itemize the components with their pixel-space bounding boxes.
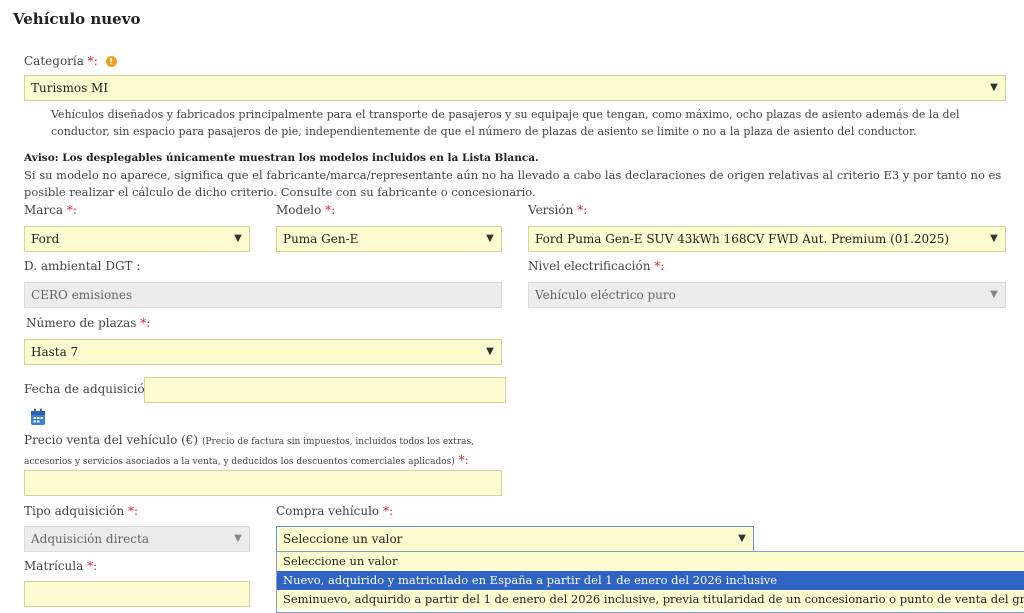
tipo-label: Tipo adquisición *: — [24, 504, 139, 518]
chevron-down-icon: ▼ — [234, 233, 242, 244]
chevron-down-icon: ▼ — [738, 533, 746, 544]
info-icon[interactable]: ! — [105, 56, 117, 67]
compra-options-list[interactable]: Seleccione un valor Nuevo, adquirido y m… — [276, 551, 1024, 613]
aviso-title: Aviso: Los desplegables únicamente muest… — [24, 152, 539, 164]
chevron-down-icon: ▼ — [990, 233, 998, 244]
compra-option[interactable]: Seleccione un valor — [277, 552, 1024, 571]
chevron-down-icon: ▼ — [990, 82, 998, 93]
categoria-select[interactable]: Turismos MI ▼ — [24, 75, 1006, 101]
chevron-down-icon: ▼ — [486, 346, 494, 357]
required-marker: *: — [87, 54, 98, 68]
marca-label: Marca *: — [24, 203, 77, 217]
categoria-label: Categoría *: ! — [24, 54, 117, 68]
dgt-field: CERO emisiones — [24, 282, 502, 308]
matricula-input[interactable] — [24, 581, 250, 607]
modelo-label: Modelo *: — [276, 203, 336, 217]
calendar-icon[interactable] — [30, 408, 46, 426]
compra-label: Compra vehículo *: — [276, 504, 394, 518]
precio-label: Precio venta del vehículo (€) (Precio de… — [24, 433, 474, 467]
version-select[interactable]: Ford Puma Gen-E SUV 43kWh 168CV FWD Aut.… — [528, 226, 1006, 252]
version-label: Versión *: — [528, 203, 588, 217]
plazas-select[interactable]: Hasta 7 ▼ — [24, 339, 502, 365]
modelo-select[interactable]: Puma Gen-E ▼ — [276, 226, 502, 252]
precio-input[interactable] — [24, 470, 502, 496]
aviso-text: Si su modelo no aparece, significa que e… — [24, 168, 1002, 199]
matricula-label: Matrícula *: — [24, 559, 98, 573]
electrificacion-label: Nivel electrificación *: — [528, 259, 665, 273]
fecha-input[interactable] — [144, 377, 506, 403]
compra-select[interactable]: Seleccione un valor ▼ — [276, 526, 754, 552]
chevron-down-icon: ▼ — [486, 233, 494, 244]
dgt-label: D. ambiental DGT : — [24, 259, 141, 273]
electrificacion-select: Vehículo eléctrico puro ▼ — [528, 282, 1006, 308]
chevron-down-icon: ▼ — [990, 289, 998, 300]
chevron-down-icon: ▼ — [234, 533, 242, 544]
marca-select[interactable]: Ford ▼ — [24, 226, 250, 252]
page-title: Vehículo nuevo — [13, 10, 141, 28]
tipo-select: Adquisición directa ▼ — [24, 526, 250, 552]
categoria-description: Vehículos diseñados y fabricados princip… — [51, 108, 960, 138]
plazas-label: Número de plazas *: — [26, 316, 151, 330]
compra-option[interactable]: Seminuevo, adquirido a partir del 1 de e… — [277, 590, 1024, 609]
compra-option-selected[interactable]: Nuevo, adquirido y matriculado en España… — [277, 571, 1024, 590]
